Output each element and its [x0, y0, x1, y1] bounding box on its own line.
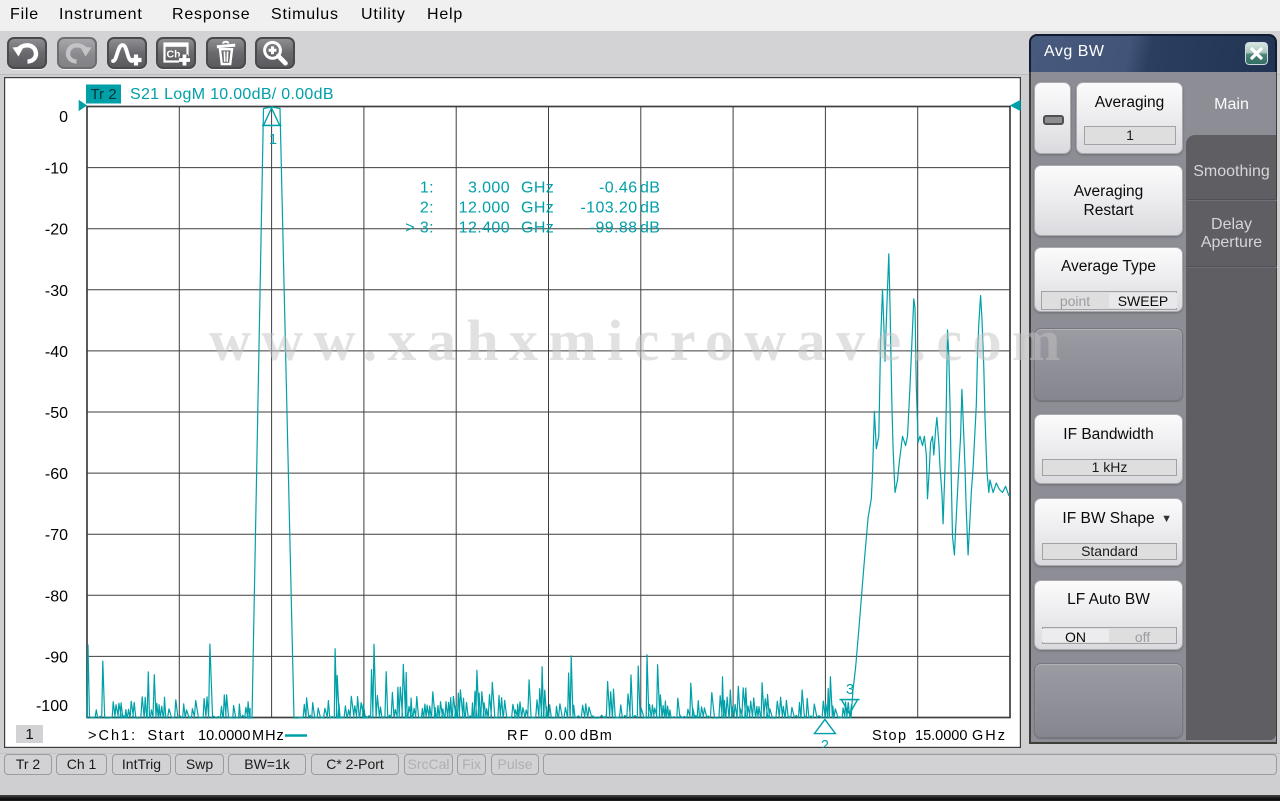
svg-text:-60: -60: [45, 466, 68, 483]
svg-text:-30: -30: [45, 283, 68, 300]
svg-text:MHz: MHz: [252, 728, 285, 744]
svg-text:-90: -90: [45, 649, 68, 666]
svg-text:-70: -70: [45, 527, 68, 544]
svg-text:GHz: GHz: [521, 220, 554, 237]
svg-text:-99.88: -99.88: [590, 220, 638, 237]
svg-text:1:: 1:: [420, 180, 434, 197]
svg-text:-103.20: -103.20: [580, 200, 637, 217]
svg-text:dB: dB: [640, 180, 660, 197]
svg-text:3: 3: [846, 682, 854, 698]
svg-text:1: 1: [25, 726, 33, 743]
svg-text:12.400: 12.400: [459, 220, 510, 237]
svg-text:1: 1: [269, 132, 277, 148]
svg-text:dB: dB: [640, 220, 660, 237]
svg-text:10.0000: 10.0000: [198, 728, 250, 744]
svg-text:RF: RF: [507, 728, 530, 744]
svg-text:Tr 2: Tr 2: [90, 86, 116, 103]
svg-text:0: 0: [59, 109, 68, 126]
svg-text:3.000: 3.000: [468, 180, 510, 197]
svg-text:2: 2: [821, 738, 829, 748]
svg-text:-40: -40: [45, 344, 68, 361]
svg-text:dBm: dBm: [580, 728, 613, 744]
svg-text:> 3:: > 3:: [405, 220, 434, 237]
svg-text:-100: -100: [36, 698, 68, 715]
svg-text:dB: dB: [640, 200, 660, 217]
svg-text:-50: -50: [45, 405, 68, 422]
svg-text:Start: Start: [148, 728, 186, 744]
svg-text:GHz: GHz: [521, 200, 554, 217]
svg-text:S21 LogM 10.00dB/ 0.00dB: S21 LogM 10.00dB/ 0.00dB: [130, 86, 334, 103]
svg-text:Stop: Stop: [872, 728, 907, 744]
svg-text:12.000: 12.000: [459, 200, 510, 217]
svg-text:0.00: 0.00: [545, 728, 577, 744]
svg-text:-80: -80: [45, 588, 68, 605]
svg-text:GHz: GHz: [972, 728, 1007, 744]
svg-text:>Ch1:: >Ch1:: [88, 728, 137, 744]
svg-text:Ch: Ch: [167, 49, 181, 61]
svg-text:GHz: GHz: [521, 180, 554, 197]
svg-text:-0.46: -0.46: [599, 180, 637, 197]
svg-text:2:: 2:: [420, 200, 434, 217]
svg-text:-10: -10: [45, 161, 68, 178]
svg-text:-20: -20: [45, 222, 68, 239]
svg-text:15.0000: 15.0000: [915, 728, 967, 744]
